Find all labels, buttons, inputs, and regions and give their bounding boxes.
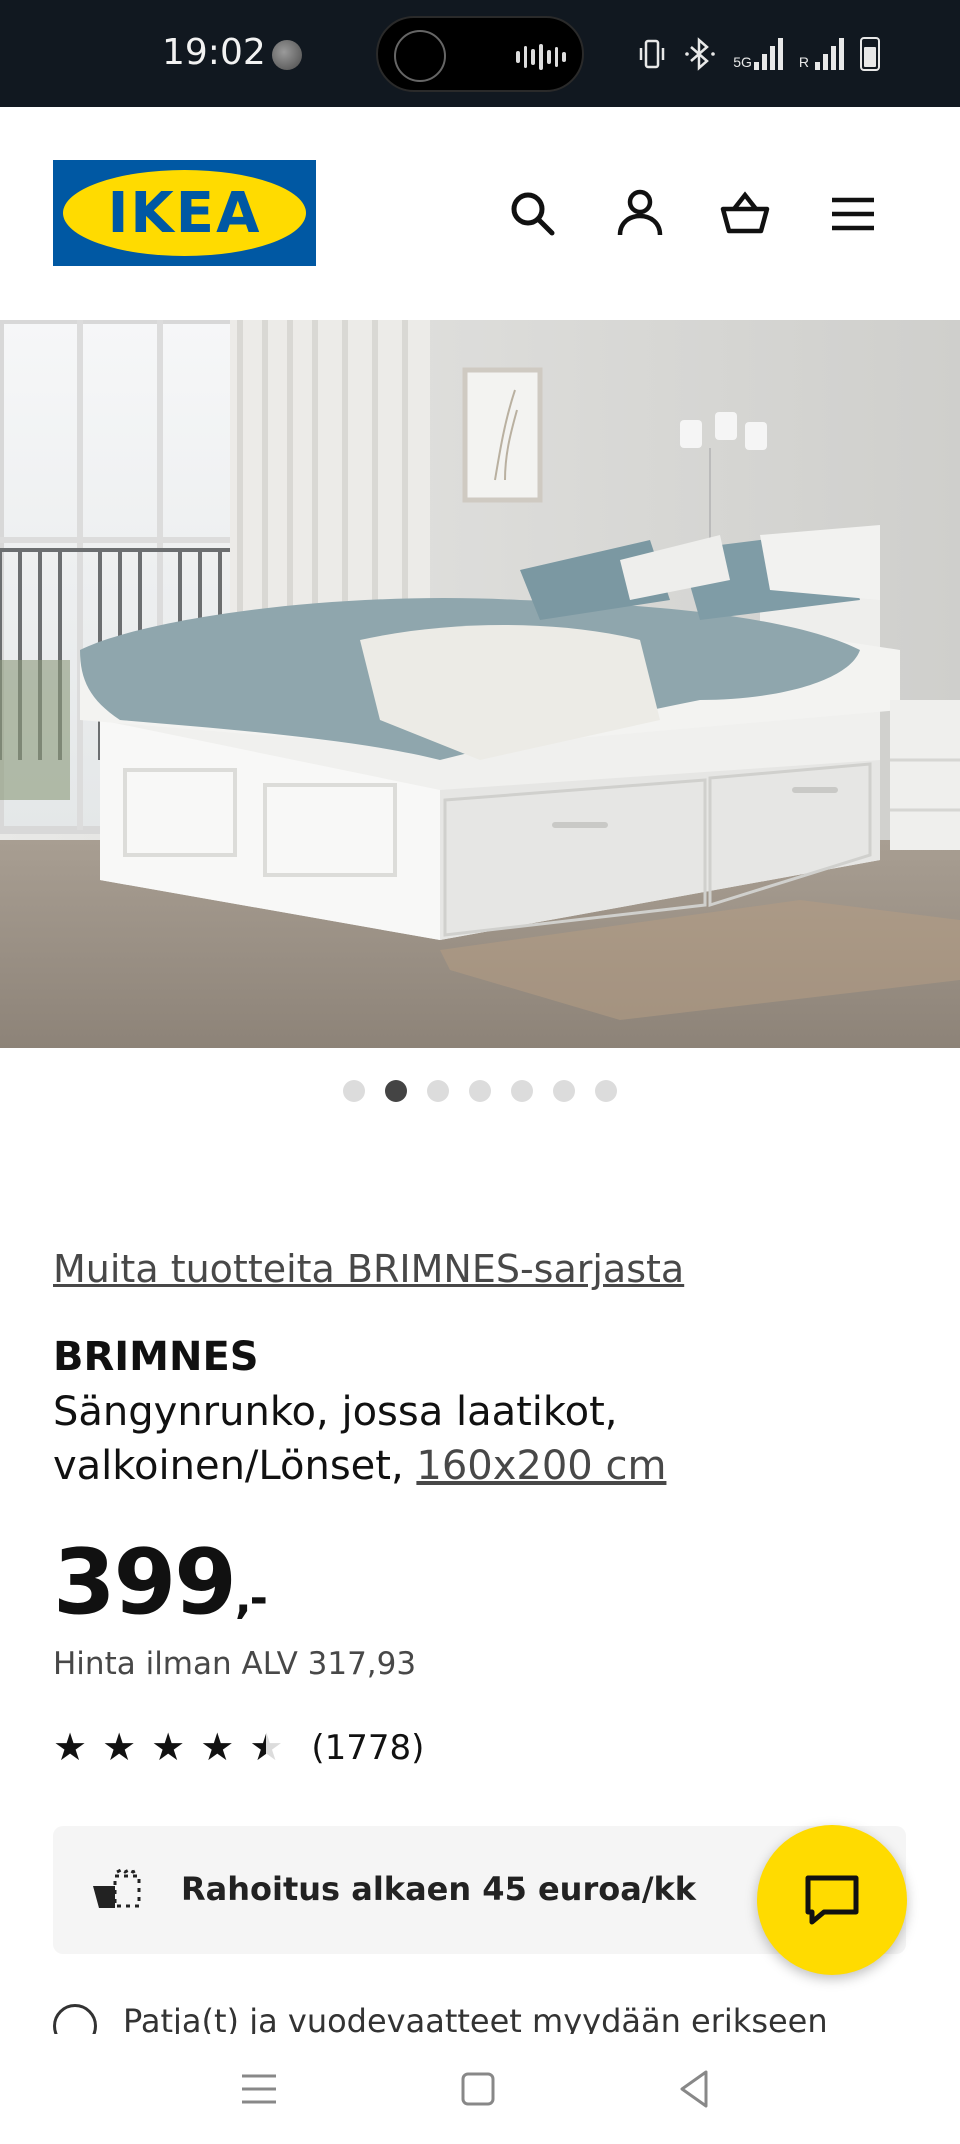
series-link[interactable]: Muita tuotteita BRIMNES-sarjasta — [53, 1247, 684, 1291]
account-icon[interactable] — [613, 187, 667, 241]
chat-button[interactable] — [757, 1825, 907, 1975]
home-icon[interactable] — [453, 2064, 503, 2114]
back-icon[interactable] — [670, 2064, 720, 2114]
status-bar: 19:02 5G R — [0, 0, 960, 107]
price-suffix: ,- — [234, 1573, 268, 1624]
price-without-vat: Hinta ilman ALV 317,93 — [53, 1646, 417, 1682]
info-icon — [53, 2004, 97, 2034]
info-notice: Patja(t) ja vuodevaatteet myydään erikse… — [53, 1998, 913, 2034]
carousel-dot[interactable] — [511, 1080, 533, 1102]
basket-icon[interactable] — [718, 187, 772, 241]
financing-icon — [93, 1868, 141, 1908]
star-icon: ★ — [151, 1727, 186, 1769]
product-name: BRIMNES — [53, 1334, 259, 1380]
product-photo — [0, 320, 960, 1048]
carousel-dot[interactable] — [343, 1080, 365, 1102]
product-image[interactable] — [0, 320, 960, 1048]
rating[interactable]: ★ ★ ★ ★ ★ (1778) — [53, 1728, 424, 1768]
carousel-dot[interactable] — [427, 1080, 449, 1102]
status-time: 19:02 — [162, 32, 266, 73]
chat-bubble-icon — [805, 1875, 859, 1925]
rating-stars: ★ ★ ★ ★ ★ — [53, 1729, 283, 1767]
size-link[interactable]: 160x200 cm — [416, 1443, 666, 1489]
financing-label: Rahoitus alkaen 45 euroa/kk — [181, 1870, 697, 1908]
roaming-indicator: R — [798, 54, 809, 70]
recent-apps-icon[interactable] — [234, 2064, 284, 2114]
menu-icon[interactable] — [826, 187, 880, 241]
price-value: 399 — [53, 1530, 237, 1635]
star-icon: ★ — [200, 1727, 235, 1769]
search-icon[interactable] — [506, 187, 560, 241]
carousel-indicator — [0, 1080, 960, 1104]
audio-wave-icon — [516, 44, 567, 70]
star-icon: ★ — [102, 1727, 137, 1769]
system-nav-bar — [0, 2034, 960, 2144]
star-icon: ★ — [249, 1727, 284, 1769]
info-text[interactable]: Patja(t) ja vuodevaatteet myydään erikse… — [123, 2002, 828, 2034]
logo-oval: IKEA — [63, 170, 306, 256]
battery-icon — [860, 37, 880, 71]
logo-text: IKEA — [107, 180, 262, 246]
signal-icon — [815, 38, 844, 70]
ikea-logo[interactable]: IKEA — [53, 160, 316, 266]
review-count[interactable]: (1778) — [311, 1728, 424, 1768]
product-description: Sängynrunko, jossa laatikot, valkoinen/L… — [53, 1385, 913, 1493]
carousel-dot[interactable] — [595, 1080, 617, 1102]
site-header: IKEA — [0, 107, 960, 320]
moon-icon — [272, 40, 302, 70]
price: 399,- — [53, 1530, 268, 1635]
carousel-dot[interactable] — [469, 1080, 491, 1102]
signal-5g-icon — [753, 38, 783, 70]
vibrate-icon — [639, 39, 665, 69]
recording-icon — [394, 30, 446, 82]
dynamic-island-pill[interactable] — [376, 16, 584, 92]
network-type: 5G — [733, 54, 752, 70]
carousel-dot[interactable] — [553, 1080, 575, 1102]
bluetooth-icon — [685, 37, 715, 71]
carousel-dot[interactable] — [385, 1080, 407, 1102]
status-icons: 5G R — [637, 34, 880, 74]
star-icon: ★ — [53, 1727, 88, 1769]
